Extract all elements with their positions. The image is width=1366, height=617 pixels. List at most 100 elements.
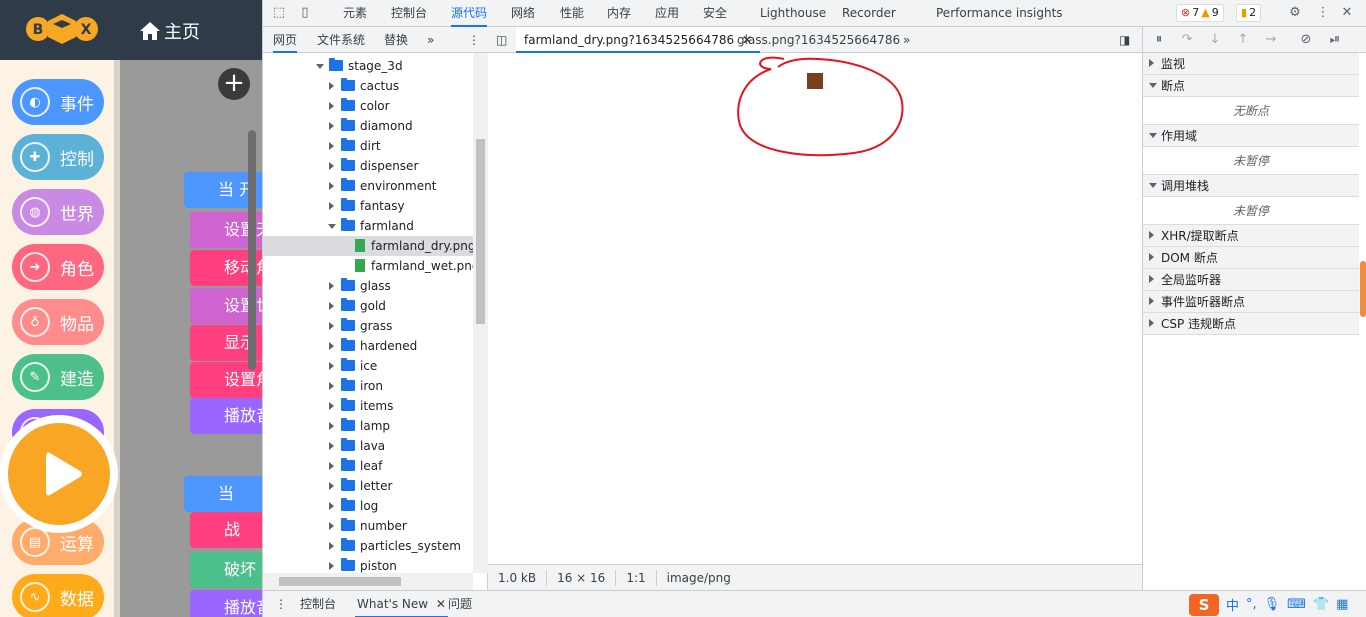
tree-folder-row[interactable]: farmland (263, 216, 473, 236)
code-block[interactable]: 当 (184, 476, 262, 512)
tree-folder-row[interactable]: iron (263, 376, 473, 396)
tree-folder-row[interactable]: glass (263, 276, 473, 296)
navigator-horizontal-scrollbar[interactable] (263, 573, 473, 590)
expanded-arrow-icon[interactable] (316, 64, 324, 69)
navigator-vertical-thumb[interactable] (476, 139, 485, 324)
pane-header[interactable]: CSP 违规断点 (1143, 313, 1359, 335)
expanded-arrow-icon[interactable] (1149, 83, 1157, 88)
more-tabs-chevron-icon[interactable]: » (427, 27, 434, 53)
devtools-tab-4[interactable]: 性能 (560, 0, 584, 27)
drawer-tab-console[interactable]: 控制台 (300, 591, 336, 617)
category-3[interactable]: ➔ 角色 (12, 244, 104, 290)
pane-header[interactable]: 事件监听器断点 (1143, 291, 1359, 313)
tree-folder-row[interactable]: letter (263, 476, 473, 496)
collapsed-arrow-icon[interactable] (329, 162, 334, 170)
category-0[interactable]: ◐ 事件 (12, 79, 104, 125)
inspect-element-icon[interactable]: ⬚ (271, 5, 287, 21)
navigator-horizontal-thumb[interactable] (279, 577, 401, 586)
tree-folder-row[interactable]: lava (263, 436, 473, 456)
collapsed-arrow-icon[interactable] (329, 182, 334, 190)
expanded-arrow-icon[interactable] (1149, 133, 1157, 138)
tree-folder-row[interactable]: items (263, 396, 473, 416)
tree-folder-row[interactable]: log (263, 496, 473, 516)
devtools-tab-1[interactable]: 控制台 (391, 0, 427, 27)
more-vert-icon[interactable]: ⋮ (1315, 5, 1331, 21)
step-into-icon[interactable]: ↓ (1207, 32, 1223, 48)
collapsed-arrow-icon[interactable] (329, 82, 334, 90)
pane-header[interactable]: DOM 断点 (1143, 247, 1359, 269)
collapsed-arrow-icon[interactable] (1149, 297, 1154, 305)
tab-overrides[interactable]: 替换 (384, 27, 408, 53)
step-over-icon[interactable]: ↷ (1179, 32, 1195, 48)
tree-folder-row[interactable]: number (263, 516, 473, 536)
workspace-scrollbar[interactable] (248, 130, 256, 370)
devtools-tab-0[interactable]: 元素 (343, 0, 367, 27)
drawer-menu-icon[interactable]: ⋮ (275, 591, 287, 617)
category-1[interactable]: ✚ 控制 (12, 134, 104, 180)
pane-header[interactable]: 监视 (1143, 53, 1359, 75)
tree-folder-row[interactable]: dirt (263, 136, 473, 156)
tree-folder-row[interactable]: cactus (263, 76, 473, 96)
tree-folder-row[interactable]: stage_3d (263, 56, 473, 76)
category-2[interactable]: ◍ 世界 (12, 189, 104, 235)
category-5[interactable]: ✎ 建造 (12, 354, 104, 400)
device-toolbar-icon[interactable]: ▯ (297, 5, 313, 21)
tree-folder-row[interactable]: piston (263, 556, 473, 573)
collapsed-arrow-icon[interactable] (1149, 319, 1154, 327)
microphone-icon[interactable]: 🎙 (1264, 597, 1281, 612)
ime-lang-indicator[interactable]: 中 (1226, 595, 1239, 614)
tree-folder-row[interactable]: grass (263, 316, 473, 336)
devtools-tab-7[interactable]: 安全 (703, 0, 727, 27)
pause-on-exceptions-icon[interactable]: ⏯ (1327, 32, 1343, 48)
collapsed-arrow-icon[interactable] (329, 462, 334, 470)
pane-header[interactable]: XHR/提取断点 (1143, 225, 1359, 247)
collapsed-arrow-icon[interactable] (1149, 253, 1154, 261)
deactivate-breakpoints-icon[interactable]: ⊘ (1298, 32, 1314, 48)
close-drawer-tab-icon[interactable]: ✕ (436, 597, 446, 611)
collapsed-arrow-icon[interactable] (329, 142, 334, 150)
pane-header[interactable]: 断点 (1143, 75, 1359, 97)
more-files-chevron-icon[interactable]: » (903, 27, 910, 53)
collapsed-arrow-icon[interactable] (1149, 59, 1154, 67)
collapsed-arrow-icon[interactable] (329, 442, 334, 450)
drawer-tab-whats-new[interactable]: What's New ✕ (355, 591, 448, 617)
tree-folder-row[interactable]: lamp (263, 416, 473, 436)
collapsed-arrow-icon[interactable] (329, 322, 334, 330)
devtools-tab-10[interactable]: Performance insights (936, 0, 1063, 27)
collapsed-arrow-icon[interactable] (329, 562, 334, 570)
collapsed-arrow-icon[interactable] (1149, 275, 1154, 283)
devtools-tab-2[interactable]: 源代码 (451, 0, 488, 27)
tree-folder-row[interactable]: gold (263, 296, 473, 316)
collapsed-arrow-icon[interactable] (329, 522, 334, 530)
sidebar-scrollbar-thumb[interactable] (1360, 261, 1366, 317)
error-warning-counter[interactable]: ⊗ 7 ▲ 9 (1176, 4, 1224, 22)
tree-folder-row[interactable]: dispenser (263, 156, 473, 176)
pause-icon[interactable]: ⏸ (1151, 32, 1167, 48)
tree-folder-row[interactable]: leaf (263, 456, 473, 476)
add-sprite-button[interactable]: + (218, 68, 250, 100)
navigator-vertical-scrollbar[interactable] (473, 53, 488, 573)
punctuation-icon[interactable]: °, (1246, 597, 1257, 612)
code-block[interactable]: 播放音 (190, 398, 262, 434)
tree-folder-row[interactable]: ice (263, 356, 473, 376)
step-out-icon[interactable]: ↑ (1235, 32, 1251, 48)
tree-folder-row[interactable]: color (263, 96, 473, 116)
collapsed-arrow-icon[interactable] (329, 422, 334, 430)
toggle-navigator-icon[interactable]: ◫ (496, 27, 507, 53)
sidebar-scrollbar[interactable] (1359, 53, 1366, 590)
tree-file-row[interactable]: farmland_wet.png? (263, 256, 473, 276)
skin-icon[interactable]: 👕 (1313, 597, 1329, 612)
tree-folder-row[interactable]: environment (263, 176, 473, 196)
pane-header[interactable]: 作用域 (1143, 125, 1359, 147)
devtools-tab-8[interactable]: Lighthouse (760, 0, 826, 27)
file-tab-glass[interactable]: glass.png?1634525664786 (737, 27, 900, 53)
collapsed-arrow-icon[interactable] (329, 102, 334, 110)
collapsed-arrow-icon[interactable] (329, 382, 334, 390)
tree-folder-row[interactable]: diamond (263, 116, 473, 136)
collapsed-arrow-icon[interactable] (1149, 231, 1154, 239)
step-icon[interactable]: → (1263, 32, 1279, 48)
box-logo[interactable]: B X (26, 12, 98, 46)
tree-file-row[interactable]: farmland_dry.png? (263, 236, 473, 256)
collapsed-arrow-icon[interactable] (329, 502, 334, 510)
pane-header[interactable]: 调用堆栈 (1143, 175, 1359, 197)
